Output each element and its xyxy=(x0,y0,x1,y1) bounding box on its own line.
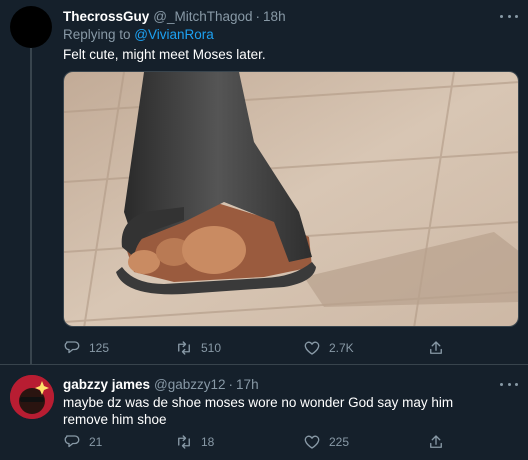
retweet-icon xyxy=(178,435,190,449)
replying-to-link[interactable]: @VivianRora xyxy=(134,27,214,42)
avatar[interactable] xyxy=(10,6,52,48)
tweet-actions: 125 510 2.7K xyxy=(63,338,463,358)
reply-count: 21 xyxy=(89,435,103,449)
avatar[interactable] xyxy=(10,375,54,419)
timestamp[interactable]: 18h xyxy=(263,9,286,24)
retweet-count: 18 xyxy=(201,435,215,449)
share-button[interactable] xyxy=(427,338,453,358)
author-name[interactable]: gabzzy james xyxy=(63,377,150,392)
divider xyxy=(0,364,528,365)
heart-icon xyxy=(304,341,320,355)
photo-sandal-foot xyxy=(64,72,518,326)
author-handle[interactable]: @gabzzy12 xyxy=(154,377,226,392)
more-options-icon[interactable] xyxy=(500,379,518,389)
replying-prefix: Replying to xyxy=(63,27,135,42)
share-icon xyxy=(430,341,442,354)
thread-connector xyxy=(30,48,32,364)
reply-icon xyxy=(64,341,80,354)
reply-icon xyxy=(64,435,80,448)
avatar-image xyxy=(10,375,54,419)
reply-actions: 21 18 225 xyxy=(63,432,463,452)
like-count: 225 xyxy=(329,435,350,449)
tweet-text: Felt cute, might meet Moses later. xyxy=(63,47,266,62)
retweet-button[interactable]: 510 xyxy=(175,338,221,358)
retweet-button[interactable]: 18 xyxy=(175,432,214,452)
retweet-icon xyxy=(178,341,190,355)
separator: · xyxy=(228,376,234,392)
reply-text: maybe dz was de shoe moses wore no wonde… xyxy=(63,395,454,427)
retweet-count: 510 xyxy=(201,341,222,355)
share-icon xyxy=(430,435,442,448)
author-name[interactable]: ThecrossGuy xyxy=(63,9,149,24)
reply-header: gabzzy james @gabzzy12 · 17h xyxy=(63,375,259,393)
reply-button[interactable]: 125 xyxy=(63,338,109,358)
like-button[interactable]: 225 xyxy=(303,432,349,452)
tweet-photo[interactable] xyxy=(63,71,519,327)
replying-to: Replying to @VivianRora xyxy=(63,27,214,42)
more-options-icon[interactable] xyxy=(500,11,518,21)
reply-count: 125 xyxy=(89,341,110,355)
author-handle[interactable]: @_MitchThagod xyxy=(153,9,252,24)
share-button[interactable] xyxy=(427,432,453,452)
tweet-header: ThecrossGuy @_MitchThagod · 18h xyxy=(63,7,286,25)
separator: · xyxy=(255,8,261,24)
like-count: 2.7K xyxy=(329,341,354,355)
reply-button[interactable]: 21 xyxy=(63,432,102,452)
like-button[interactable]: 2.7K xyxy=(303,338,354,358)
heart-icon xyxy=(304,435,320,449)
timestamp[interactable]: 17h xyxy=(236,377,259,392)
